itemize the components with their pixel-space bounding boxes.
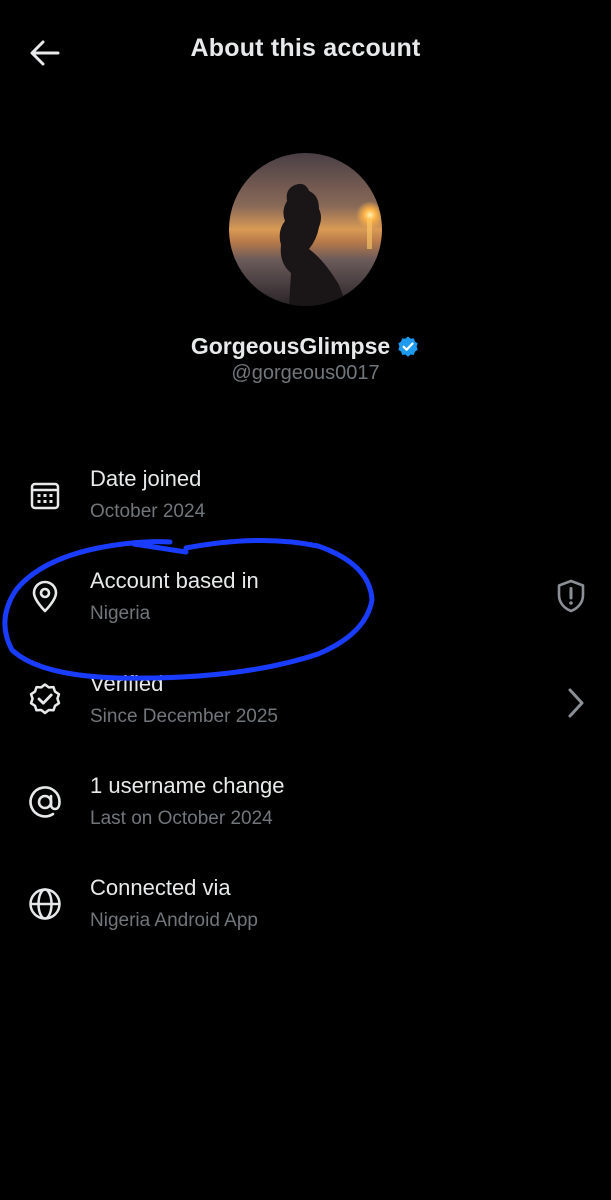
info-subtitle: Nigeria Android App xyxy=(90,910,258,931)
page-title: About this account xyxy=(190,34,421,62)
avatar[interactable] xyxy=(229,153,382,306)
display-name: GorgeousGlimpse xyxy=(190,333,391,359)
verified-badge-icon xyxy=(396,335,420,359)
info-row-connected-via: Connected via Nigeria Android App xyxy=(0,861,611,951)
info-title: Account based in xyxy=(90,568,259,593)
header: About this account xyxy=(0,0,611,104)
calendar-icon xyxy=(26,476,64,514)
info-title: Connected via xyxy=(90,875,231,900)
info-row-username-change: 1 username change Last on October 2024 xyxy=(0,759,611,849)
chevron-right-icon[interactable] xyxy=(556,683,596,723)
location-pin-icon xyxy=(26,578,64,616)
profile-handle: @gorgeous0017 xyxy=(231,362,380,384)
info-subtitle: October 2024 xyxy=(90,501,206,522)
info-row-account-based-in[interactable]: Account based in Nigeria xyxy=(0,554,611,644)
info-title: Verified xyxy=(90,671,164,696)
verified-check-icon xyxy=(26,681,64,719)
info-row-date-joined: Date joined October 2024 xyxy=(0,452,611,542)
info-subtitle: Since December 2025 xyxy=(90,706,278,727)
info-subtitle: Last on October 2024 xyxy=(90,808,273,829)
shield-alert-icon[interactable] xyxy=(551,576,591,616)
info-subtitle: Nigeria xyxy=(90,603,151,624)
info-title: Date joined xyxy=(90,466,202,491)
info-title: 1 username change xyxy=(90,773,285,798)
globe-icon xyxy=(26,885,64,923)
at-sign-icon xyxy=(26,783,64,821)
profile-name-row: GorgeousGlimpse xyxy=(0,333,611,360)
info-row-verified[interactable]: Verified Since December 2025 xyxy=(0,657,611,747)
